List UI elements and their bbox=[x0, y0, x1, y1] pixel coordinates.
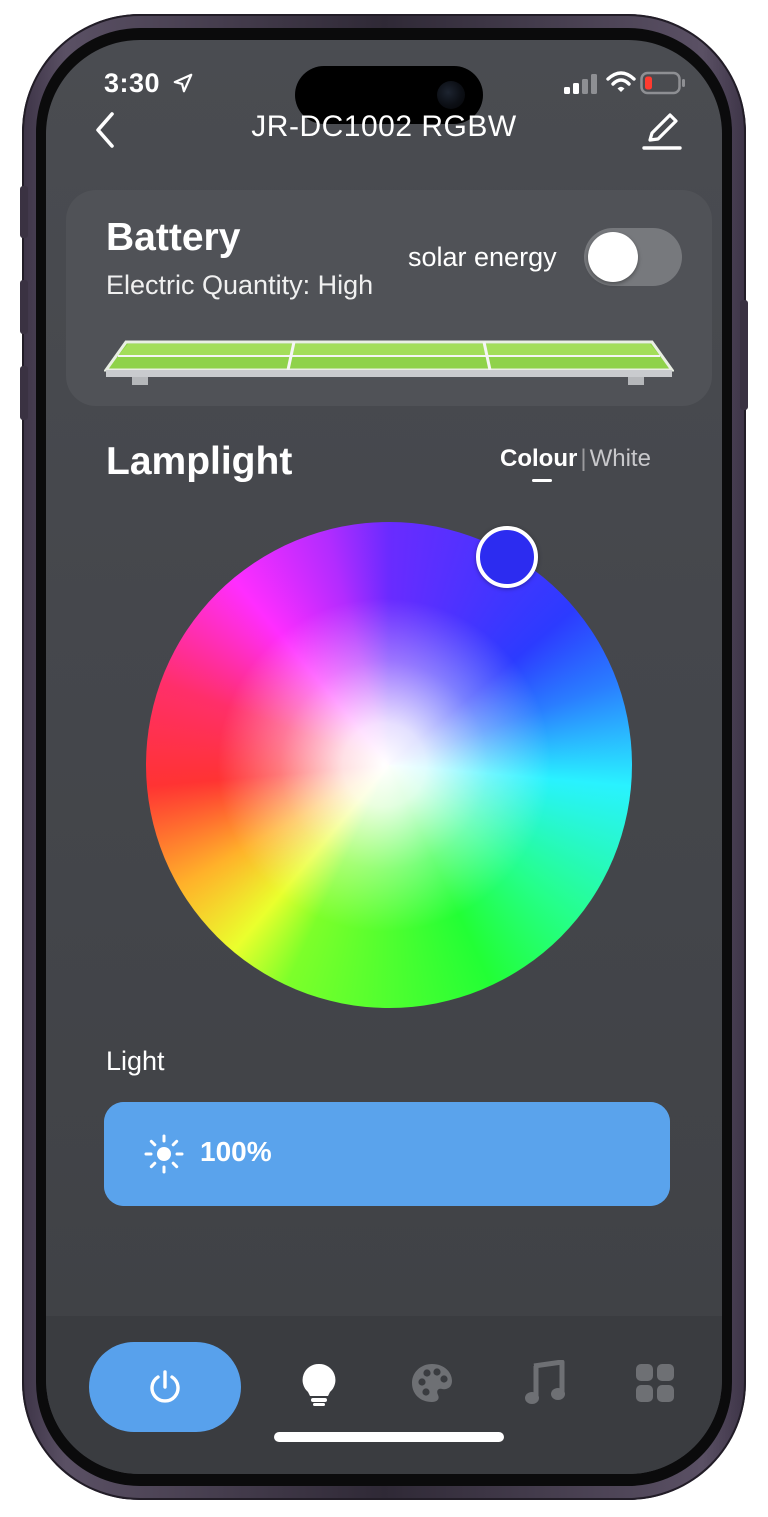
battery-low-icon bbox=[640, 71, 685, 95]
front-camera bbox=[437, 81, 465, 109]
battery-title: Battery bbox=[106, 216, 241, 259]
bottom-tab-bar bbox=[46, 1316, 722, 1474]
edit-pencil-icon[interactable] bbox=[640, 108, 684, 152]
palette-icon bbox=[412, 1364, 452, 1402]
tab-power[interactable] bbox=[89, 1342, 241, 1432]
brightness-slider[interactable]: 100% bbox=[104, 1102, 670, 1206]
music-note-icon bbox=[525, 1359, 565, 1404]
brightness-slider-fill bbox=[104, 1102, 670, 1206]
lamplight-mode-tabs: Colour | White bbox=[500, 445, 651, 482]
power-side-button bbox=[740, 300, 748, 410]
wifi-icon bbox=[606, 71, 636, 92]
grid-icon bbox=[636, 1364, 674, 1402]
app-screen: 3:30 JR-DC1002 RGBW Battery Electric Qua… bbox=[46, 40, 722, 1474]
cellular-signal-icon bbox=[564, 74, 597, 94]
color-wheel-white-center bbox=[146, 522, 632, 1008]
battery-card: Battery Electric Quantity: High solar en… bbox=[66, 190, 712, 406]
volume-down-button bbox=[20, 366, 28, 420]
page-title: JR-DC1002 RGBW bbox=[251, 110, 517, 143]
tab-white[interactable]: White bbox=[590, 445, 651, 472]
solar-panel-illustration bbox=[104, 340, 674, 385]
location-arrow-icon bbox=[173, 73, 193, 93]
toggle-knob bbox=[588, 232, 638, 282]
solar-energy-toggle[interactable] bbox=[584, 228, 682, 286]
brightness-value: 100% bbox=[200, 1136, 272, 1167]
tab-colour-label: Colour bbox=[500, 445, 578, 472]
power-icon bbox=[150, 1370, 180, 1403]
tab-colour-underline bbox=[532, 479, 552, 482]
mode-separator: | bbox=[580, 445, 587, 472]
bulb-icon bbox=[302, 1363, 336, 1406]
lamplight-title: Lamplight bbox=[106, 440, 293, 483]
tab-bulb[interactable] bbox=[300, 1362, 338, 1413]
tab-colour[interactable]: Colour bbox=[500, 445, 578, 482]
action-button bbox=[20, 186, 28, 238]
color-picker-handle[interactable] bbox=[476, 526, 538, 588]
solar-energy-label: solar energy bbox=[408, 242, 557, 272]
home-indicator[interactable] bbox=[274, 1432, 504, 1442]
electric-quantity-label: Electric Quantity: High bbox=[106, 270, 374, 300]
light-label: Light bbox=[106, 1046, 165, 1076]
volume-up-button bbox=[20, 280, 28, 334]
tab-grid[interactable] bbox=[634, 1362, 676, 1409]
color-wheel[interactable] bbox=[146, 522, 632, 1008]
status-time: 3:30 bbox=[104, 68, 161, 98]
tab-palette[interactable] bbox=[410, 1362, 454, 1409]
sun-brightness-icon bbox=[144, 1134, 184, 1174]
tab-music[interactable] bbox=[524, 1359, 566, 1411]
